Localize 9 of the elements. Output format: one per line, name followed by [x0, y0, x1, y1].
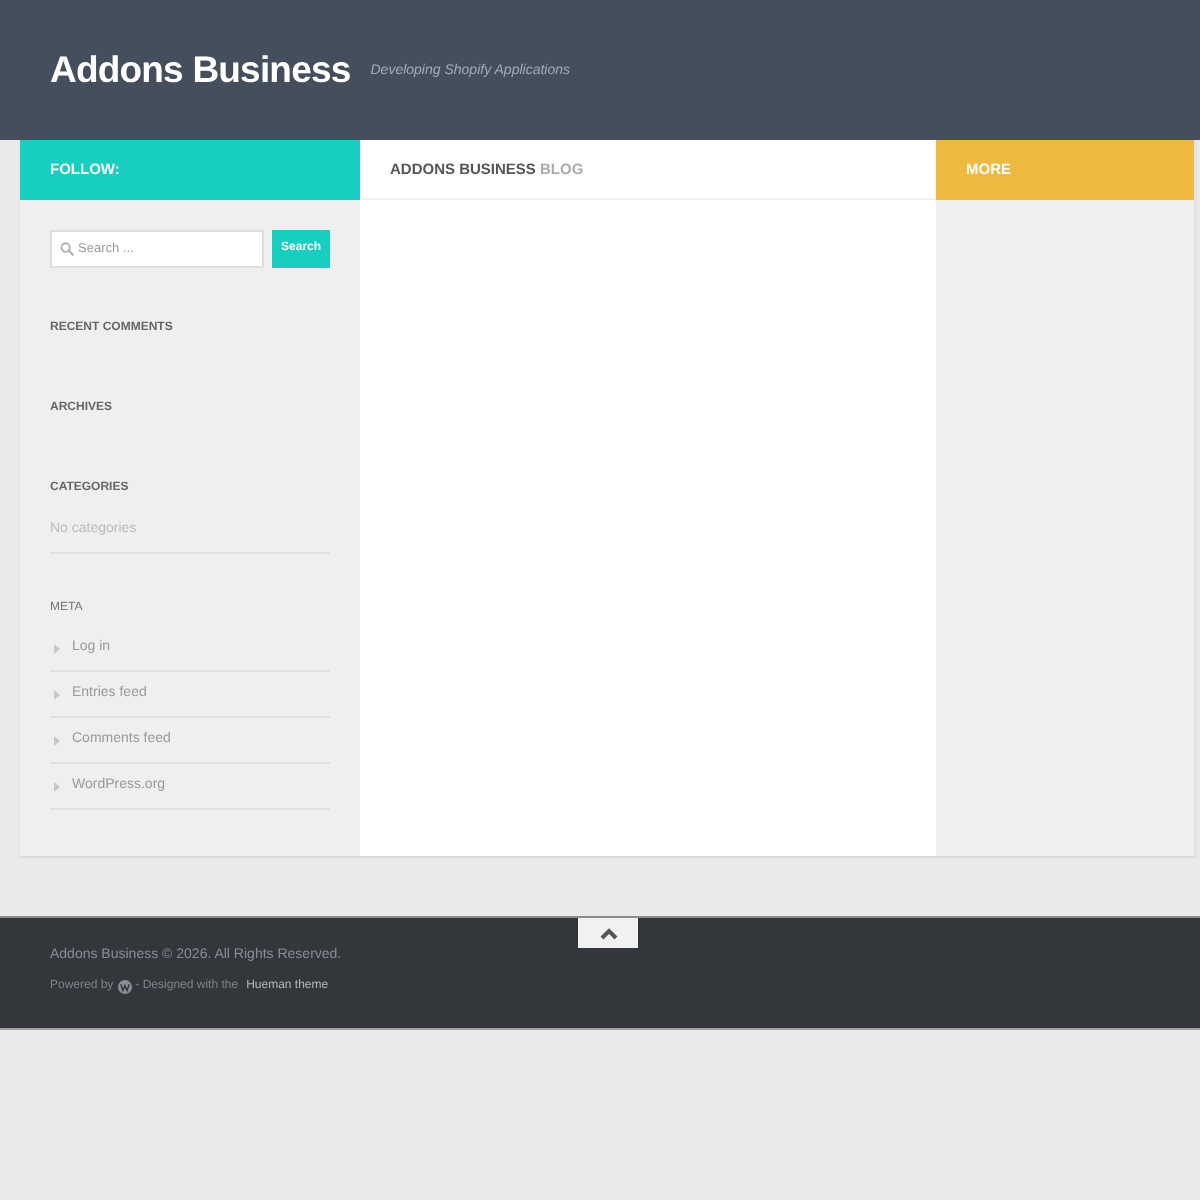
caret-right-icon	[54, 643, 60, 653]
site-title[interactable]: Addons Business	[50, 51, 351, 89]
search-icon	[60, 242, 74, 256]
caret-up-icon	[599, 927, 617, 939]
back-to-top-button[interactable]	[578, 918, 638, 948]
caret-right-icon	[54, 689, 60, 699]
logo-icon	[117, 979, 132, 993]
caret-right-icon	[54, 735, 60, 745]
caret-right-icon	[54, 781, 60, 791]
